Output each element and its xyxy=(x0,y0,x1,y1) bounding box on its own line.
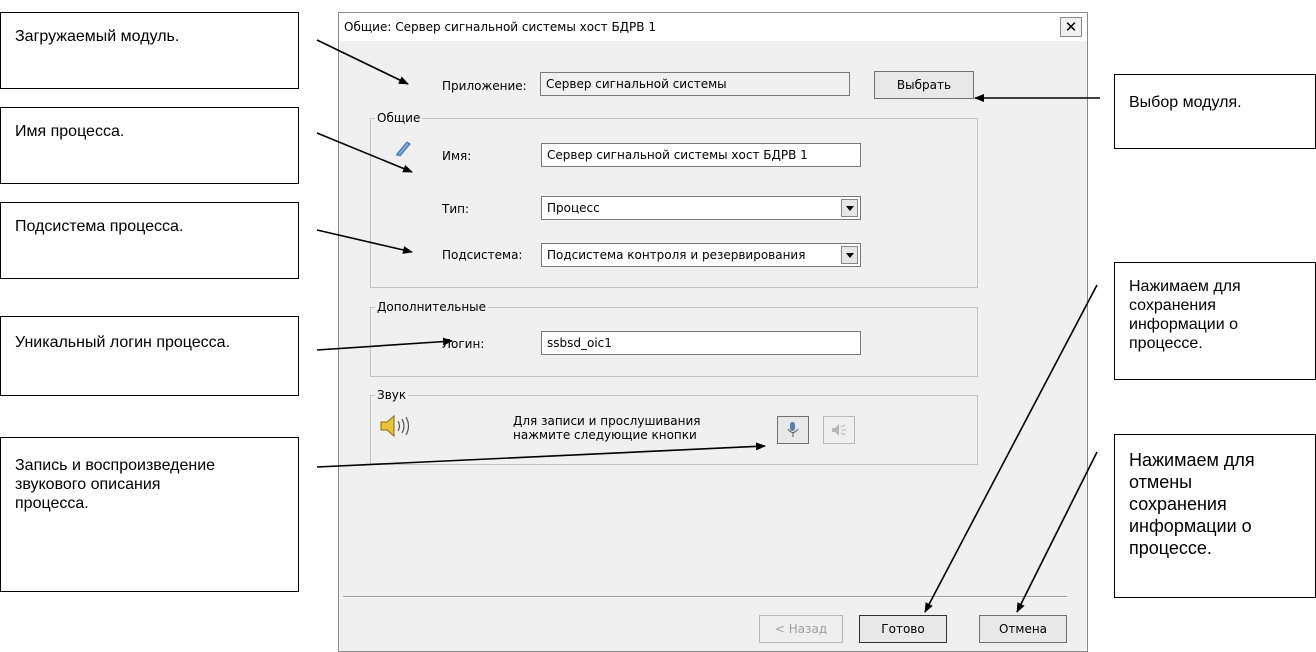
arrow-subsystem xyxy=(316,229,413,254)
annotation-arrows xyxy=(316,39,1100,613)
arrow-sound xyxy=(316,442,766,468)
arrow-cancel xyxy=(1016,451,1098,613)
arrow-login xyxy=(316,337,453,351)
arrow-process-name xyxy=(316,132,413,173)
arrow-module xyxy=(316,39,409,85)
arrow-save xyxy=(924,284,1098,613)
